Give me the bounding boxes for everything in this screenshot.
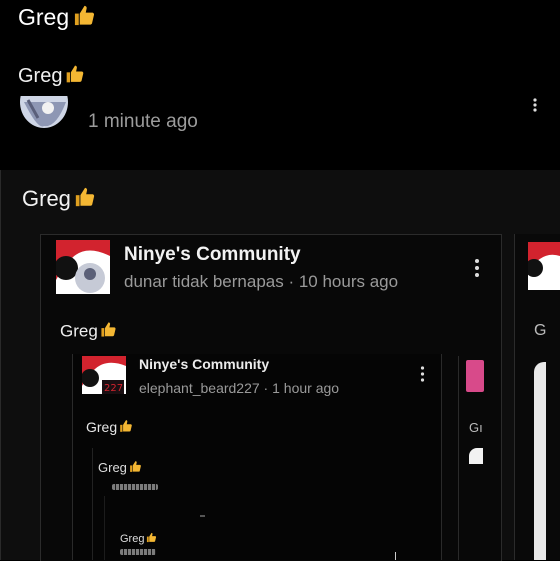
more-vertical-icon[interactable] [420, 366, 425, 382]
thumbs-up-icon [129, 460, 142, 473]
post-caption-label: Greg [120, 532, 145, 545]
community-logo-icon [528, 242, 560, 290]
post-caption-label: Greg [22, 186, 71, 211]
post-caption: Greg [120, 532, 157, 545]
divider [395, 552, 396, 560]
post-caption: G [534, 322, 547, 339]
community-name[interactable]: Ninye's Community [124, 244, 301, 266]
post-caption-label: Greg [60, 321, 98, 341]
comment-text-label: Greg [18, 4, 70, 30]
media-preview [534, 362, 546, 560]
post-caption: Greg [86, 419, 133, 435]
media-preview [469, 448, 483, 464]
thumbs-up-icon [146, 532, 157, 543]
community-logo-icon[interactable]: 227 [81, 356, 126, 394]
thumbs-up-icon [74, 186, 96, 208]
post-meta: dunar tidak bernapas · 10 hours ago [124, 272, 399, 291]
thumbs-up-icon [119, 419, 133, 433]
community-logo-icon [466, 360, 484, 392]
reply-text: Greg [18, 64, 85, 88]
clipped-caption [112, 484, 158, 490]
timestamp: 1 minute ago [88, 111, 198, 132]
clipped-caption [120, 549, 156, 555]
post-caption: Gı [469, 420, 483, 435]
post-meta: elephant_beard227 · 1 hour ago [139, 380, 340, 396]
svg-text:227: 227 [104, 383, 123, 394]
thumbs-up-icon [65, 64, 85, 84]
divider [200, 515, 205, 517]
post-caption: Greg [98, 460, 142, 475]
community-name[interactable]: Ninye's Community [139, 356, 269, 372]
community-logo-icon[interactable] [54, 240, 110, 294]
thumbs-up-icon [73, 4, 96, 27]
post-caption: Greg [60, 321, 117, 341]
post-caption: Greg [22, 186, 96, 212]
post-caption-label: Greg [86, 419, 118, 435]
thumbs-up-icon [100, 321, 117, 338]
post-caption-label: Greg [98, 460, 127, 475]
comment-text: Greg [18, 4, 96, 31]
avatar[interactable] [18, 96, 70, 130]
reply-text-label: Greg [18, 65, 63, 87]
more-vertical-icon[interactable] [532, 98, 538, 112]
more-vertical-icon[interactable] [474, 258, 480, 278]
